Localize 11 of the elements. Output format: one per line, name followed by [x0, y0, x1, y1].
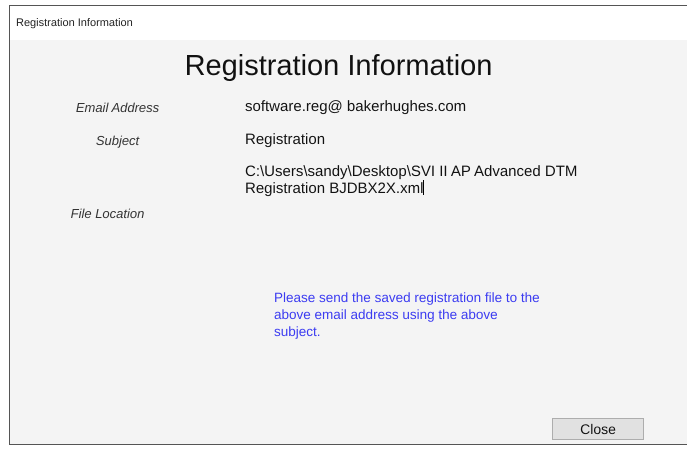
field-value[interactable]: software.reg@ bakerhughes.com	[245, 97, 466, 115]
window-title: Registration Information	[16, 17, 133, 29]
dialog-heading: Registration Information	[184, 50, 494, 83]
field-label: Subject	[96, 132, 140, 148]
close-button[interactable]: Close	[552, 418, 644, 440]
field-value[interactable]: Registration	[245, 130, 326, 148]
field-label: File Location	[70, 206, 144, 223]
text-cursor-icon	[423, 180, 424, 195]
instruction-message: Please send the saved registration file to the above email address using the above subject.	[274, 289, 541, 340]
field-value[interactable]: C:\Users\sandy\Desktop\SVI II AP Advanced DTM Registration BJDBX2X.xml	[245, 163, 585, 197]
field-label: Email Address	[76, 99, 160, 115]
